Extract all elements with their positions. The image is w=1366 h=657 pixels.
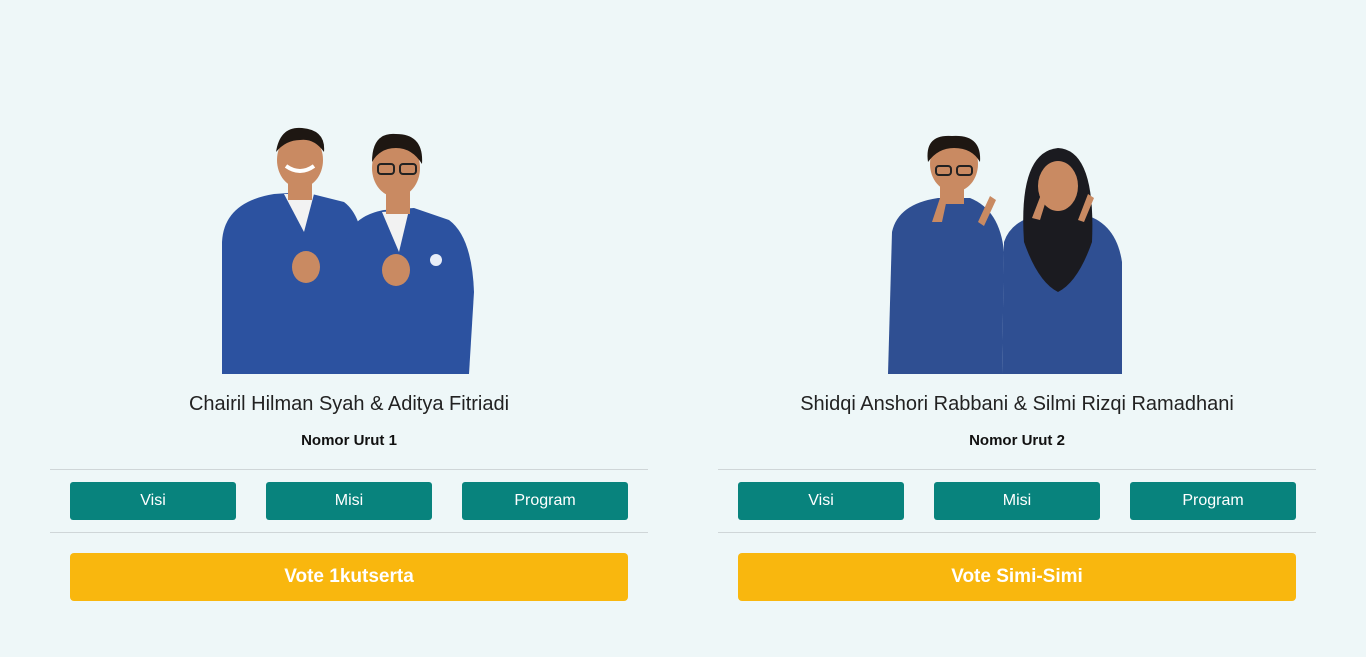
candidate-card-1: Chairil Hilman Syah & Aditya Fitriadi No… <box>50 0 648 657</box>
visi-button[interactable]: Visi <box>70 482 236 520</box>
divider <box>50 532 648 533</box>
misi-button[interactable]: Misi <box>934 482 1100 520</box>
vote-button[interactable]: Vote 1kutserta <box>70 553 628 601</box>
program-button[interactable]: Program <box>1130 482 1296 520</box>
candidate-names: Chairil Hilman Syah & Aditya Fitriadi <box>188 393 510 415</box>
candidate-number: Nomor Urut 2 <box>969 432 1065 449</box>
misi-button[interactable]: Misi <box>266 482 432 520</box>
info-buttons: Visi Misi Program <box>738 482 1296 520</box>
visi-button[interactable]: Visi <box>738 482 904 520</box>
info-buttons: Visi Misi Program <box>70 482 628 520</box>
divider <box>718 532 1316 533</box>
candidate-number: Nomor Urut 1 <box>301 432 397 449</box>
candidate-photo-2 <box>882 122 1152 374</box>
candidate-names: Shidqi Anshori Rabbani & Silmi Rizqi Ram… <box>800 393 1234 415</box>
divider <box>718 469 1316 470</box>
divider <box>50 469 648 470</box>
candidate-card-2: Shidqi Anshori Rabbani & Silmi Rizqi Ram… <box>718 0 1316 657</box>
program-button[interactable]: Program <box>462 482 628 520</box>
candidate-photo-1 <box>214 122 484 374</box>
vote-button[interactable]: Vote Simi-Simi <box>738 553 1296 601</box>
